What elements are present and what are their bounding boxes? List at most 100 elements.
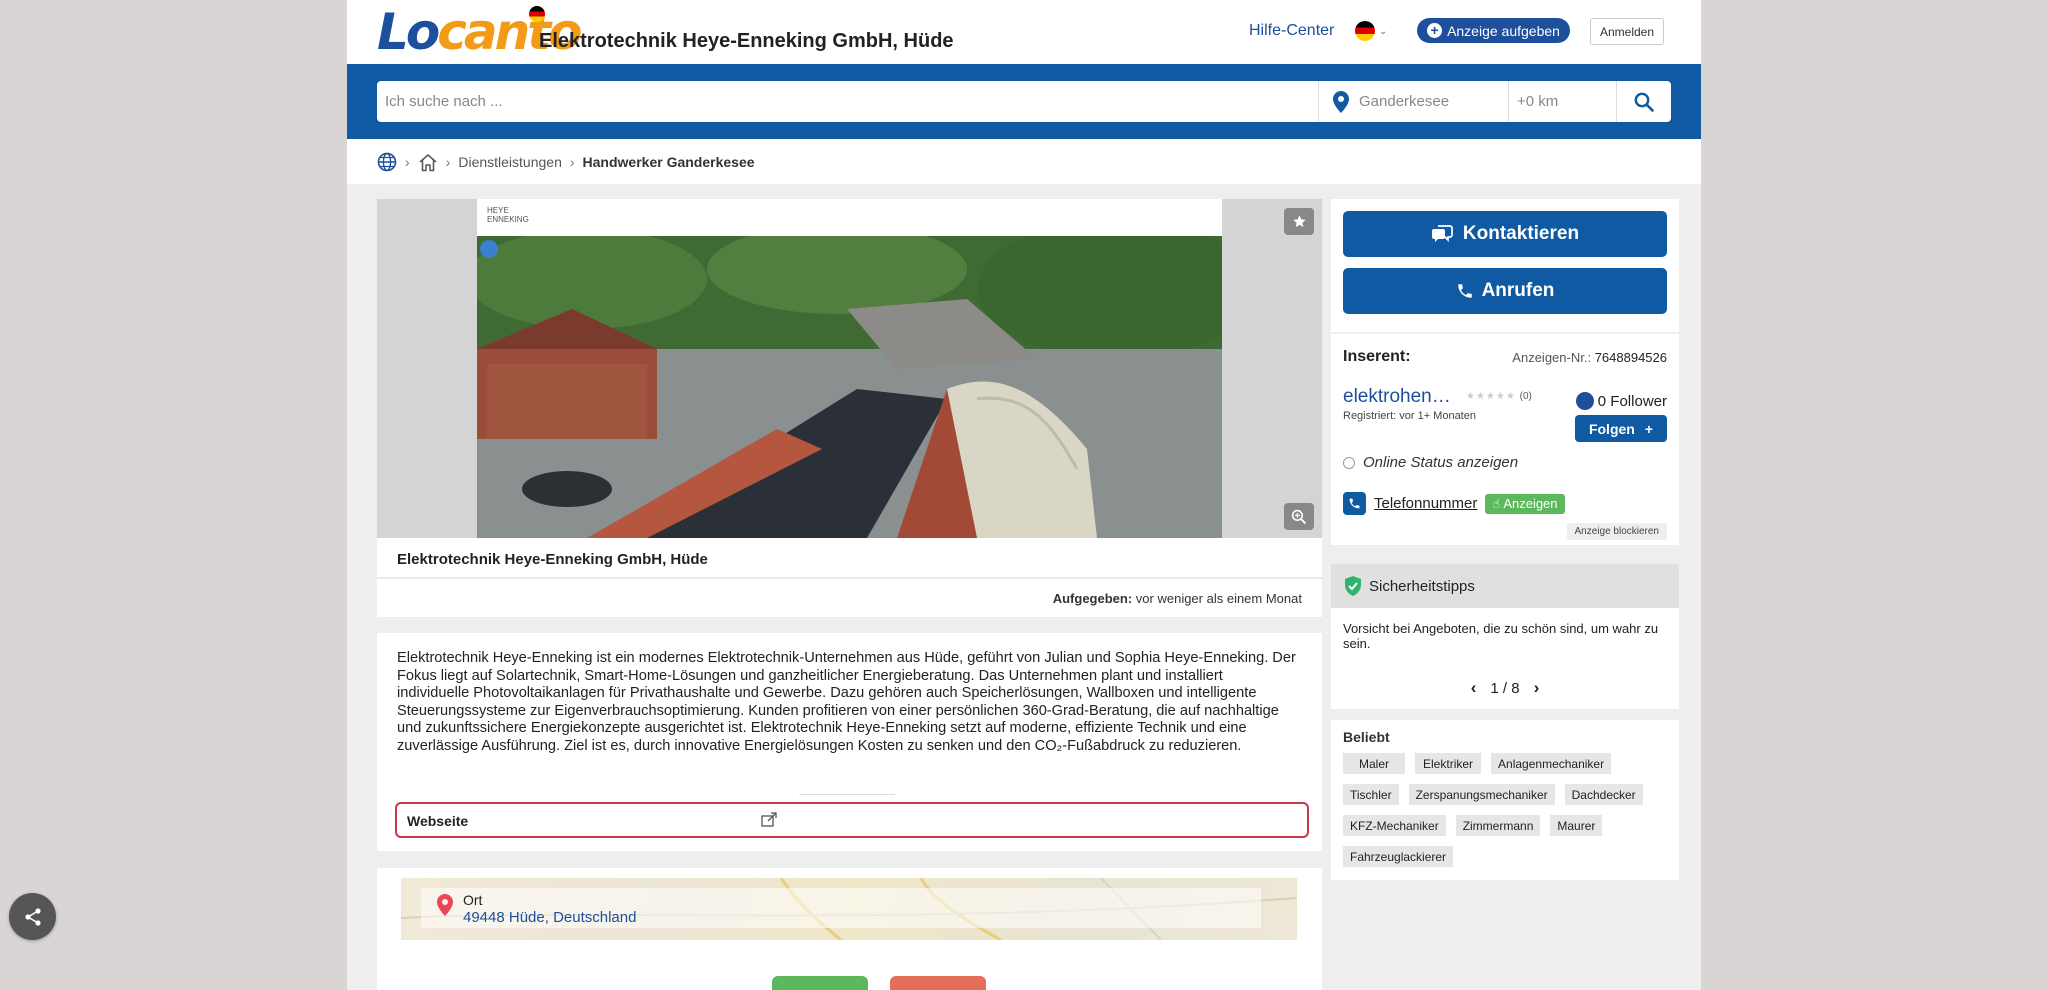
language-selector[interactable]: ⌄ [1355, 21, 1387, 41]
phone-number-link[interactable]: Telefonnummer [1374, 495, 1477, 512]
share-button[interactable] [9, 893, 56, 940]
external-link-icon [761, 812, 777, 827]
safety-tips-card: Sicherheitstipps Vorsicht bei Angeboten,… [1331, 564, 1679, 709]
tag-anlagenmechaniker[interactable]: Anlagenmechaniker [1491, 753, 1612, 774]
show-phone-button[interactable]: ☝ Anzeigen [1485, 493, 1565, 514]
login-button[interactable]: Anmelden [1590, 18, 1664, 45]
tag-zerspanungsmechaniker[interactable]: Zerspanungsmechaniker [1408, 784, 1555, 805]
rating-stars: ★★★★★ (0) [1466, 391, 1532, 402]
chevron-down-icon: ⌄ [1379, 25, 1388, 37]
phone-icon [1457, 284, 1472, 298]
listing-title-card: Elektrotechnik Heye-Enneking GmbH, Hüde [377, 538, 1322, 578]
listing-photo[interactable]: HEYE ENNEKING [477, 199, 1222, 538]
location-pin-icon [1333, 90, 1349, 113]
seller-name[interactable]: elektrohen… [1343, 386, 1451, 408]
green-action-button[interactable] [772, 976, 868, 990]
germany-flag-icon [1355, 21, 1375, 41]
chevron-right-icon: › [405, 154, 410, 170]
seller-card: Inserent: Anzeigen-Nr.: 7648894526 elekt… [1331, 334, 1679, 545]
share-icon [24, 907, 41, 926]
radius-field[interactable]: +0 km [1509, 81, 1617, 122]
chevron-left-icon[interactable]: ‹ [1471, 678, 1477, 698]
chevron-right-icon: › [445, 154, 451, 170]
location-field[interactable]: Ganderkesee [1319, 81, 1509, 122]
plus-icon: + [1644, 420, 1654, 437]
chevron-right-icon[interactable]: › [1534, 678, 1540, 698]
tag-elektriker[interactable]: Elektriker [1415, 753, 1482, 774]
block-ad-button[interactable]: Anzeige blockieren [1566, 523, 1667, 540]
posted-date: Aufgegeben: vor weniger als einem Monat [1052, 591, 1302, 606]
tag-zimmermann[interactable]: Zimmermann [1455, 815, 1541, 836]
follow-button[interactable]: Folgen + [1575, 415, 1667, 442]
red-action-button[interactable] [890, 976, 986, 990]
search-button[interactable] [1617, 81, 1671, 122]
user-icon [1575, 392, 1594, 410]
plus-icon: + [1427, 23, 1443, 38]
safety-tips-header: Sicherheitstipps [1331, 564, 1679, 608]
pointer-icon: ☝ [1492, 495, 1501, 511]
breadcrumb-item-current: Handwerker Ganderkesee [582, 154, 755, 170]
tag-kfz-mechaniker[interactable]: KFZ-Mechaniker [1343, 815, 1446, 836]
registered-since: Registriert: vor 1+ Monaten [1343, 410, 1476, 422]
location-value: Ganderkesee [1359, 93, 1450, 110]
phone-row: Telefonnummer ☝ Anzeigen [1343, 492, 1565, 515]
safety-pager: ‹ 1 / 8 › [1331, 678, 1679, 698]
listing-title: Elektrotechnik Heye-Enneking GmbH, Hüde [397, 551, 708, 568]
breadcrumb: › › Dienstleistungen › Handwerker Gander… [377, 152, 755, 172]
radio-button[interactable] [1343, 456, 1355, 469]
popular-card: Beliebt Maler Elektriker Anlagenmechanik… [1331, 720, 1679, 880]
search-icon [1634, 92, 1654, 112]
globe-icon[interactable] [377, 152, 397, 172]
zoom-icon [1291, 509, 1307, 524]
post-ad-button[interactable]: + Anzeige aufgeben [1417, 18, 1570, 43]
germany-flag-icon [529, 6, 545, 22]
help-center-link[interactable]: Hilfe-Center [1249, 22, 1334, 40]
tag-tischler[interactable]: Tischler [1343, 784, 1399, 805]
location-value[interactable]: 49448 Hüde, Deutschland [463, 909, 636, 926]
contact-button[interactable]: Kontaktieren [1343, 211, 1667, 257]
house-roof-solar-image: HEYE ENNEKING [477, 199, 1222, 538]
tag-dachdecker[interactable]: Dachdecker [1564, 784, 1643, 805]
tag-fahrzeuglackierer[interactable]: Fahrzeuglackierer [1343, 846, 1454, 867]
search-box: Ganderkesee +0 km [377, 81, 1671, 122]
phone-icon [1343, 492, 1366, 515]
location-map[interactable]: Ort 49448 Hüde, Deutschland [401, 878, 1297, 940]
popular-tags: Maler Elektriker Anlagenmechaniker Tisch… [1343, 753, 1673, 867]
home-icon[interactable] [418, 153, 438, 172]
follower-count: 0 Follower [1575, 392, 1667, 410]
zoom-button[interactable] [1284, 503, 1314, 530]
tag-maurer[interactable]: Maurer [1550, 815, 1603, 836]
page: Locanto Elektrotechnik Heye-Enneking Gmb… [347, 0, 1701, 990]
star-icon [1292, 215, 1306, 228]
chevron-right-icon: › [569, 154, 575, 170]
location-label: Ort [463, 892, 483, 908]
site-header: Locanto Elektrotechnik Heye-Enneking Gmb… [347, 0, 1701, 64]
svg-text:ENNEKING: ENNEKING [487, 215, 529, 224]
call-button[interactable]: Anrufen [1343, 268, 1667, 314]
search-bar: Ganderkesee +0 km [347, 64, 1701, 139]
pager-value: 1 / 8 [1490, 679, 1520, 697]
radius-value: +0 km [1517, 93, 1559, 110]
breadcrumb-bar: › › Dienstleistungen › Handwerker Gander… [347, 139, 1701, 184]
shield-icon [1345, 576, 1361, 596]
contact-card: Kontaktieren Anrufen [1331, 199, 1679, 332]
ad-number: Anzeigen-Nr.: 7648894526 [1512, 350, 1667, 365]
breadcrumb-item-dienstleistungen[interactable]: Dienstleistungen [458, 154, 562, 170]
location-card: Ort 49448 Hüde, Deutschland [377, 868, 1322, 990]
website-label: Webseite [407, 813, 469, 829]
image-gallery[interactable]: HEYE ENNEKING [377, 199, 1322, 538]
listing-date-card: Aufgegeben: vor weniger als einem Monat [377, 579, 1322, 617]
page-title: Elektrotechnik Heye-Enneking GmbH, Hüde [539, 30, 954, 52]
safety-tip-text: Vorsicht bei Angeboten, die zu schön sin… [1343, 621, 1659, 651]
divider [799, 794, 895, 795]
favorite-star-button[interactable] [1284, 208, 1314, 235]
listing-description: Elektrotechnik Heye-Enneking ist ein mod… [397, 650, 1296, 754]
website-link[interactable]: Webseite [395, 802, 1309, 838]
chat-icon [1431, 225, 1453, 243]
location-pin-icon [437, 894, 453, 916]
search-input[interactable] [377, 81, 1319, 122]
popular-title: Beliebt [1343, 729, 1390, 745]
tag-maler[interactable]: Maler [1343, 753, 1406, 774]
online-status-toggle[interactable]: Online Status anzeigen [1343, 454, 1518, 471]
svg-text:HEYE: HEYE [487, 206, 509, 215]
